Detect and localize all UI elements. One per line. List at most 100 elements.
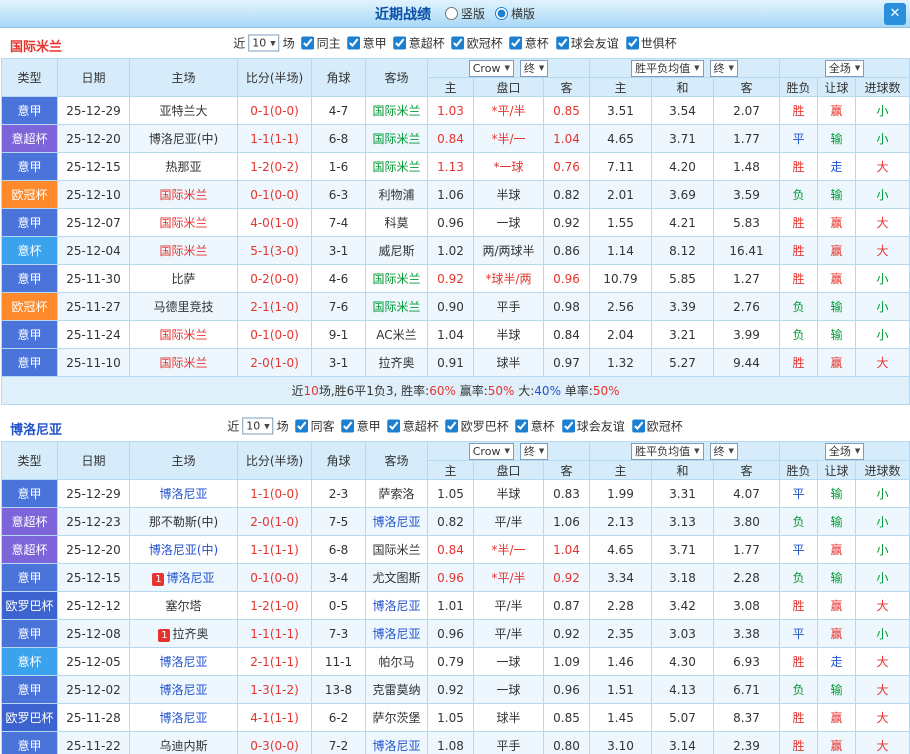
vertical-layout-radio[interactable] <box>444 7 458 20</box>
home-team[interactable]: 博洛尼亚 <box>129 675 238 704</box>
match-count-select[interactable]: 10 ▼ <box>242 417 274 435</box>
away-team[interactable]: 国际米兰 <box>365 535 428 564</box>
avg-home: 2.28 <box>589 591 652 620</box>
match-count-select[interactable]: 10 ▼ <box>248 34 280 52</box>
column-subheader: 胜负 <box>779 460 819 480</box>
away-team[interactable]: 博洛尼亚 <box>365 507 428 536</box>
filter-checkbox-input[interactable] <box>445 419 459 433</box>
home-team[interactable]: 那不勒斯(中) <box>129 507 238 536</box>
away-team[interactable]: 博洛尼亚 <box>365 619 428 648</box>
avg-odds-select[interactable]: 胜平负均值 ▼ <box>631 59 704 77</box>
away-team[interactable]: 博洛尼亚 <box>365 591 428 620</box>
scope-select[interactable]: 全场 ▼ <box>824 442 865 460</box>
home-team[interactable]: 博洛尼亚 <box>129 647 238 676</box>
filter-checkbox-input[interactable] <box>515 419 529 433</box>
avg-draw: 3.13 <box>651 507 714 536</box>
filter-checkbox-input[interactable] <box>555 36 569 50</box>
away-team[interactable]: 威尼斯 <box>365 236 428 265</box>
away-team[interactable]: 国际米兰 <box>365 292 428 321</box>
result-goals: 小 <box>855 180 910 209</box>
filter-checkbox-input[interactable] <box>347 36 361 50</box>
avg-stage-select[interactable]: 终 ▼ <box>709 442 738 460</box>
home-team[interactable]: 博洛尼亚(中) <box>129 124 238 153</box>
away-team[interactable]: 国际米兰 <box>365 264 428 293</box>
away-team[interactable]: 萨索洛 <box>365 479 428 508</box>
filter-checkbox[interactable]: 同主 <box>295 35 341 52</box>
filter-checkbox-input[interactable] <box>509 36 523 50</box>
away-team[interactable]: 帕尔马 <box>365 647 428 676</box>
odds-stage-select[interactable]: 终 ▼ <box>519 59 549 77</box>
filter-checkbox-input[interactable] <box>631 419 645 433</box>
filter-checkbox-input[interactable] <box>393 36 407 50</box>
filter-checkbox[interactable]: 意超杯 <box>381 418 439 435</box>
away-team[interactable]: 国际米兰 <box>365 96 428 125</box>
filter-checkbox[interactable]: 意杯 <box>503 35 549 52</box>
away-team[interactable]: 克雷莫纳 <box>365 675 428 704</box>
home-team[interactable]: 博洛尼亚 <box>129 703 238 732</box>
filter-checkbox[interactable]: 意超杯 <box>387 35 445 52</box>
filter-checkbox-label: 意杯 <box>530 419 555 434</box>
home-team[interactable]: 国际米兰 <box>129 236 238 265</box>
home-team[interactable]: 马德里竞技 <box>129 292 238 321</box>
filter-checkbox[interactable]: 欧冠杯 <box>445 35 503 52</box>
filter-checkbox[interactable]: 意甲 <box>341 35 387 52</box>
filter-checkbox[interactable]: 世俱杯 <box>619 35 677 52</box>
filter-checkbox[interactable]: 同客 <box>289 418 335 435</box>
filter-checkbox-label: 球会友谊 <box>576 419 625 434</box>
layout-option-vertical[interactable]: 竖版 <box>444 5 485 22</box>
filter-checkbox-input[interactable] <box>341 419 355 433</box>
corners: 4-6 <box>311 264 366 293</box>
layout-option-horizontal[interactable]: 横版 <box>495 5 535 22</box>
home-team[interactable]: 塞尔塔 <box>129 591 238 620</box>
home-team[interactable]: 乌迪内斯 <box>129 731 238 754</box>
away-team[interactable]: 科莫 <box>365 208 428 237</box>
home-team[interactable]: 国际米兰 <box>129 180 238 209</box>
filter-checkbox-input[interactable] <box>301 36 315 50</box>
away-team[interactable]: 萨尔茨堡 <box>365 703 428 732</box>
avg-away: 6.93 <box>712 647 781 676</box>
avg-home: 3.34 <box>589 563 652 592</box>
filter-checkbox-input[interactable] <box>451 36 465 50</box>
filter-checkbox[interactable]: 意杯 <box>509 418 555 435</box>
result-goals: 大 <box>855 647 910 676</box>
odds-stage-select[interactable]: 终 ▼ <box>519 442 549 460</box>
home-team[interactable]: 国际米兰 <box>129 320 238 349</box>
filter-checkbox-input[interactable] <box>295 419 309 433</box>
home-team[interactable]: 国际米兰 <box>129 208 238 237</box>
home-team[interactable]: 1 博洛尼亚 <box>129 563 238 592</box>
home-team[interactable]: 热那亚 <box>129 152 238 181</box>
horizontal-layout-radio[interactable] <box>495 7 508 20</box>
column-header: 主场 <box>129 441 238 480</box>
avg-odds-select[interactable]: 胜平负均值 ▼ <box>631 442 704 460</box>
filter-checkbox[interactable]: 球会友谊 <box>555 418 625 435</box>
away-team[interactable]: 博洛尼亚 <box>365 731 428 754</box>
filter-checkbox-input[interactable] <box>625 36 639 50</box>
corners: 3-1 <box>311 348 366 377</box>
bookmaker-select[interactable]: Crow ▼ <box>468 59 514 77</box>
filter-checkbox[interactable]: 意甲 <box>335 418 381 435</box>
filter-checkbox[interactable]: 欧冠杯 <box>625 418 683 435</box>
home-team[interactable]: 国际米兰 <box>129 348 238 377</box>
away-team[interactable]: 尤文图斯 <box>365 563 428 592</box>
filter-checkbox-input[interactable] <box>387 419 401 433</box>
close-icon[interactable]: ✕ <box>884 3 906 25</box>
home-team[interactable]: 博洛尼亚 <box>129 479 238 508</box>
home-team[interactable]: 1 拉齐奥 <box>129 619 238 648</box>
avg-away: 4.07 <box>712 479 781 508</box>
avg-stage-select[interactable]: 终 ▼ <box>709 59 738 77</box>
summary-segment: 单率: <box>560 384 593 398</box>
score-halftime: 2-1(1-0) <box>237 292 312 321</box>
bookmaker-select[interactable]: Crow ▼ <box>468 442 514 460</box>
scope-select[interactable]: 全场 ▼ <box>824 59 865 77</box>
away-team[interactable]: 拉齐奥 <box>365 348 428 377</box>
away-team[interactable]: 国际米兰 <box>365 152 428 181</box>
home-team[interactable]: 博洛尼亚(中) <box>129 535 238 564</box>
home-team[interactable]: 比萨 <box>129 264 238 293</box>
away-team[interactable]: 国际米兰 <box>365 124 428 153</box>
home-team[interactable]: 亚特兰大 <box>129 96 238 125</box>
away-team[interactable]: 利物浦 <box>365 180 428 209</box>
away-team[interactable]: AC米兰 <box>365 320 428 349</box>
filter-checkbox-input[interactable] <box>561 419 575 433</box>
filter-checkbox[interactable]: 欧罗巴杯 <box>439 418 509 435</box>
filter-checkbox[interactable]: 球会友谊 <box>549 35 619 52</box>
